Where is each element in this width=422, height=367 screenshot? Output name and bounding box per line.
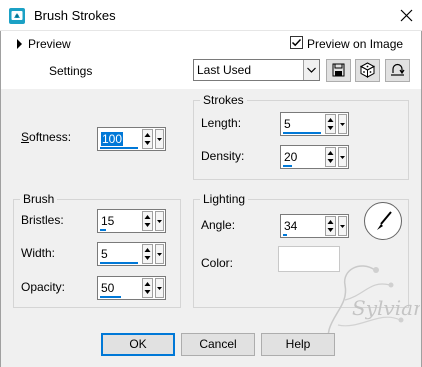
lighting-group-title: Lighting [200, 192, 249, 206]
width-value[interactable]: 5 [101, 247, 108, 261]
window-title: Brush Strokes [34, 8, 116, 23]
softness-label: Softness: [21, 130, 72, 144]
width-level-bar [100, 262, 138, 264]
lighting-color-swatch[interactable] [278, 246, 340, 272]
density-label: Density: [201, 149, 245, 163]
bristles-updown[interactable] [142, 211, 153, 231]
brush-strokes-app-icon [9, 8, 25, 24]
length-value[interactable]: 5 [284, 117, 291, 131]
spin-updown-icon [144, 215, 151, 227]
softness-label-text: oftness: [29, 130, 72, 144]
spin-updown-icon [144, 133, 151, 145]
bristles-spinbox[interactable]: 15 [97, 209, 166, 233]
length-updown[interactable] [325, 114, 336, 134]
checkbox-checked-icon [291, 38, 302, 47]
preview-on-image-label[interactable]: Preview on Image [307, 37, 403, 51]
angle-value[interactable]: 34 [284, 219, 297, 233]
length-spinbox[interactable]: 5 [280, 112, 349, 136]
settings-label: Settings [49, 64, 93, 78]
spin-updown-icon [327, 118, 334, 130]
angle-slider-popup[interactable] [338, 216, 347, 236]
ok-button[interactable]: OK [101, 333, 175, 356]
density-slider-popup[interactable] [338, 147, 347, 167]
title-bar: Brush Strokes [0, 0, 422, 31]
length-slider-popup[interactable] [338, 114, 347, 134]
density-updown[interactable] [325, 147, 336, 167]
help-button[interactable]: Help [261, 333, 335, 356]
opacity-updown[interactable] [142, 278, 153, 298]
spin-updown-icon [144, 248, 151, 260]
spin-updown-icon [327, 151, 334, 163]
opacity-slider-popup[interactable] [155, 278, 164, 298]
opacity-label: Opacity: [21, 280, 66, 294]
softness-spinbox[interactable]: 100 [97, 127, 166, 151]
length-level-bar [283, 132, 321, 134]
chevron-down-icon [157, 253, 162, 256]
softness-updown[interactable] [142, 129, 153, 149]
bristles-value[interactable]: 15 [101, 214, 114, 228]
length-label: Length: [201, 116, 242, 130]
preview-on-image-checkbox[interactable] [290, 36, 303, 49]
preview-toggle[interactable]: Preview [28, 37, 71, 51]
opacity-spinbox[interactable]: 50 [97, 276, 166, 300]
chevron-down-icon [340, 123, 345, 126]
settings-preset-dropdown[interactable]: Last Used [193, 59, 320, 81]
cancel-button[interactable]: Cancel [181, 333, 255, 356]
density-value[interactable]: 20 [284, 150, 297, 164]
settings-preset-value: Last Used [197, 63, 252, 77]
chevron-down-icon [340, 225, 345, 228]
softness-slider-popup[interactable] [155, 129, 164, 149]
save-preset-icon [332, 63, 345, 77]
brush-group-title: Brush [20, 192, 58, 206]
density-spinbox[interactable]: 20 [280, 145, 349, 169]
opacity-level-bar [100, 296, 121, 298]
width-label: Width: [21, 246, 56, 260]
density-level-bar [283, 165, 292, 167]
chevron-down-icon [157, 287, 162, 290]
softness-value[interactable]: 100 [101, 132, 124, 146]
width-spinbox[interactable]: 5 [97, 242, 166, 266]
close-button[interactable] [391, 0, 422, 31]
dropdown-arrow-button[interactable] [303, 60, 319, 80]
spin-updown-icon [327, 220, 334, 232]
angle-label: Angle: [201, 218, 236, 232]
bristles-slider-popup[interactable] [155, 211, 164, 231]
window-border-left [0, 31, 1, 367]
bristles-level-bar [100, 229, 106, 231]
dropdown-arrow-icon [307, 67, 316, 73]
opacity-value[interactable]: 50 [101, 281, 114, 295]
save-preset-button[interactable] [326, 59, 351, 82]
angle-dial[interactable] [364, 202, 402, 240]
randomize-button[interactable] [355, 59, 380, 82]
expand-arrow-icon[interactable] [16, 39, 24, 49]
width-updown[interactable] [142, 244, 153, 264]
chevron-down-icon [157, 138, 162, 141]
randomize-icon [359, 62, 376, 78]
reset-button[interactable] [385, 59, 410, 82]
angle-dial-icon [377, 211, 392, 230]
chevron-down-icon [157, 220, 162, 223]
angle-updown[interactable] [325, 216, 336, 236]
softness-level-bar [100, 147, 138, 149]
strokes-group-title: Strokes [200, 93, 247, 107]
reset-icon [391, 63, 405, 76]
width-slider-popup[interactable] [155, 244, 164, 264]
close-icon [400, 9, 413, 22]
bristles-label: Bristles: [21, 213, 64, 227]
spin-updown-icon [144, 282, 151, 294]
angle-level-bar [283, 234, 287, 236]
color-label: Color: [201, 256, 234, 270]
chevron-down-icon [340, 156, 345, 159]
angle-spinbox[interactable]: 34 [280, 214, 349, 238]
